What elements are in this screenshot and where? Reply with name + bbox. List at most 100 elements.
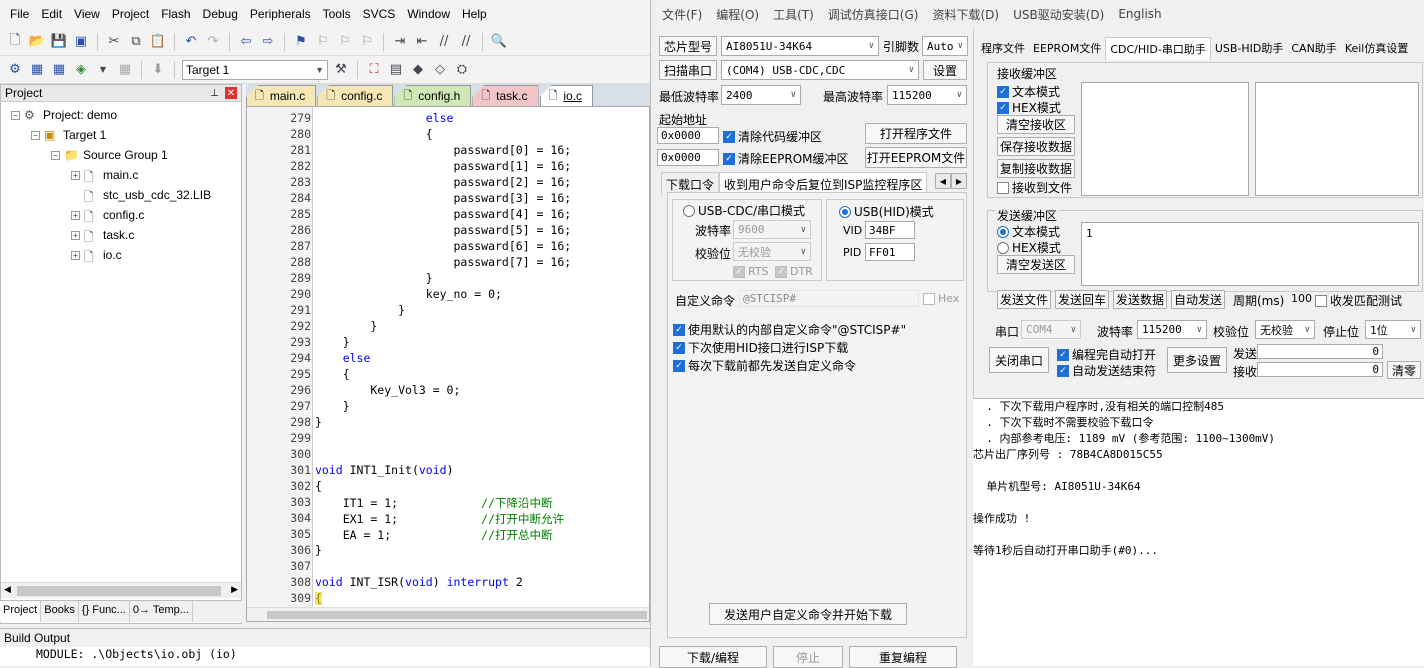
expander-icon[interactable]: + bbox=[71, 210, 80, 220]
next-bookmark-icon[interactable]: ⚐ bbox=[336, 33, 354, 51]
code-line[interactable]: else bbox=[315, 111, 454, 125]
tree-node[interactable]: + 🗋 task.c bbox=[1, 225, 241, 245]
menu-item-help[interactable]: Help bbox=[456, 7, 493, 21]
use-default-command-checkbox[interactable]: ✓ 使用默认的内部自定义命令"@STCISP#" bbox=[673, 321, 906, 338]
open-file-icon[interactable]: 📂 bbox=[28, 33, 46, 51]
project-bottom-tab[interactable]: Project bbox=[0, 601, 42, 622]
code-line[interactable]: } bbox=[315, 543, 322, 557]
editor-scroll-thumb[interactable] bbox=[267, 611, 647, 619]
menu-item-debug[interactable]: Debug bbox=[197, 7, 244, 21]
code-line[interactable]: passward[7] = 16; bbox=[315, 255, 571, 269]
menu-item-window[interactable]: Window bbox=[401, 7, 456, 21]
stc-menu-item[interactable]: English bbox=[1111, 7, 1168, 21]
code-line[interactable]: { bbox=[315, 127, 433, 141]
save-icon[interactable]: 💾 bbox=[50, 33, 68, 51]
code-line[interactable]: else bbox=[315, 351, 371, 365]
recv-text-mode-checkbox[interactable]: ✓ 文本模式 bbox=[997, 83, 1060, 100]
hex-checkbox[interactable]: Hex bbox=[923, 292, 959, 305]
find-in-files-icon[interactable]: 🔍 bbox=[490, 33, 508, 51]
code-line[interactable]: passward[4] = 16; bbox=[315, 207, 571, 221]
rts-checkbox[interactable]: ✓ RTS bbox=[733, 265, 769, 278]
code-line[interactable]: passward[6] = 16; bbox=[315, 239, 571, 253]
menu-item-edit[interactable]: Edit bbox=[35, 7, 68, 21]
save-receive-button[interactable]: 保存接收数据 bbox=[997, 137, 1075, 156]
stc-menu-item[interactable]: 资料下载(D) bbox=[925, 6, 1006, 23]
editor-tab[interactable]: 🗋 config.h bbox=[394, 85, 472, 106]
expander-icon[interactable]: + bbox=[71, 250, 80, 260]
right-tab[interactable]: Keil仿真设置 bbox=[1341, 37, 1413, 60]
tree-node[interactable]: + 🗋 config.c bbox=[1, 205, 241, 225]
custom-command-input[interactable] bbox=[739, 290, 919, 307]
unindent-icon[interactable]: ⇤ bbox=[413, 33, 431, 51]
menu-item-tools[interactable]: Tools bbox=[317, 7, 357, 21]
tree-node[interactable]: − 📁 Source Group 1 bbox=[1, 145, 241, 165]
download-icon[interactable]: ⬇ bbox=[149, 61, 167, 79]
right-tab[interactable]: 程序文件 bbox=[977, 37, 1029, 60]
copy-receive-button[interactable]: 复制接收数据 bbox=[997, 159, 1075, 178]
code-line[interactable]: passward[5] = 16; bbox=[315, 223, 571, 237]
right-tab[interactable]: EEPROM文件 bbox=[1029, 37, 1105, 60]
bookmark-icon[interactable]: ⚑ bbox=[292, 33, 310, 51]
menu-item-peripherals[interactable]: Peripherals bbox=[244, 7, 317, 21]
code-line[interactable]: EA = 1; //打开总中断 bbox=[315, 527, 553, 543]
tree-node[interactable]: − ▣ Target 1 bbox=[1, 125, 241, 145]
scroll-right-icon[interactable]: ▶ bbox=[231, 585, 238, 595]
code-line[interactable]: { bbox=[315, 479, 322, 493]
chip-type-select[interactable]: AI8051U-34K64 ∨ bbox=[721, 36, 879, 56]
menu-item-view[interactable]: View bbox=[68, 7, 106, 21]
parity2-select[interactable]: 无校验 ∨ bbox=[1255, 320, 1315, 339]
right-tab[interactable]: CAN助手 bbox=[1287, 37, 1340, 60]
chip-type-button[interactable]: 芯片型号 bbox=[659, 36, 717, 56]
build-icon[interactable]: ▦ bbox=[28, 61, 46, 79]
rte-icon[interactable]: ⛭ bbox=[453, 61, 471, 79]
port-select[interactable]: (COM4) USB-CDC,CDC ∨ bbox=[721, 60, 919, 80]
match-test-checkbox[interactable]: 收发匹配测试 bbox=[1315, 292, 1402, 309]
right-tab[interactable]: USB-HID助手 bbox=[1211, 37, 1288, 60]
prev-bookmark-icon[interactable]: ⚐ bbox=[314, 33, 332, 51]
code-line[interactable]: } bbox=[315, 399, 350, 413]
menu-item-file[interactable]: File bbox=[4, 7, 35, 21]
stc-menu-item[interactable]: 工具(T) bbox=[766, 6, 821, 23]
code-line[interactable]: IT1 = 1; //下降沿中断 bbox=[315, 495, 553, 511]
target-select[interactable]: Target 1 ▼ bbox=[182, 59, 328, 80]
file-extensions-icon[interactable]: ▤ bbox=[387, 61, 405, 79]
code-line[interactable]: } bbox=[315, 335, 350, 349]
batch-build-icon[interactable]: ◈ bbox=[72, 61, 90, 79]
editor-tab[interactable]: 🗋 main.c bbox=[246, 85, 317, 106]
usb-cdc-radio[interactable]: USB-CDC/串口模式 bbox=[683, 202, 805, 219]
send-hex-mode-radio[interactable]: HEX模式 bbox=[997, 239, 1061, 256]
scroll-thumb[interactable] bbox=[17, 586, 221, 596]
comment-icon[interactable]: // bbox=[435, 33, 453, 51]
tab-scroll-right-icon[interactable]: ▶ bbox=[951, 173, 967, 189]
repeat-program-button[interactable]: 重复编程 bbox=[849, 646, 957, 668]
pin-icon[interactable]: ⊥ bbox=[210, 88, 219, 99]
tree-node[interactable]: + 🗋 io.c bbox=[1, 245, 241, 265]
send-data-button[interactable]: 发送数据 bbox=[1113, 290, 1167, 309]
menu-item-project[interactable]: Project bbox=[106, 7, 155, 21]
pin-count-select[interactable]: Auto ∨ bbox=[922, 36, 968, 56]
receive-text-area[interactable] bbox=[1081, 82, 1249, 196]
dtr-checkbox[interactable]: ✓ DTR bbox=[775, 265, 813, 278]
code-editor[interactable]: 279 280 281 282 283 284 285 286 287 288 289 290 291 2… bbox=[246, 106, 650, 622]
open-program-file-button[interactable]: 打开程序文件 bbox=[865, 123, 967, 144]
project-hscrollbar[interactable]: ◀ ▶ bbox=[1, 582, 241, 598]
clear-eeprom-buffer-checkbox[interactable]: ✓ 清除EEPROM缓冲区 bbox=[723, 150, 849, 167]
code-line[interactable]: void INT1_Init(void) bbox=[315, 463, 454, 477]
back-icon[interactable]: ⇦ bbox=[237, 33, 255, 51]
diamond-icon[interactable]: ◆ bbox=[409, 61, 427, 79]
code-line[interactable]: passward[0] = 16; bbox=[315, 143, 571, 157]
indent-icon[interactable]: ⇥ bbox=[391, 33, 409, 51]
code-line[interactable]: Key_Vol3 = 0; bbox=[315, 383, 460, 397]
download-program-button[interactable]: 下载/编程 bbox=[659, 646, 767, 668]
stop-bits-select[interactable]: 1位 ∨ bbox=[1365, 320, 1421, 339]
stop-button[interactable]: 停止 bbox=[773, 646, 843, 668]
close-port-button[interactable]: 关闭串口 bbox=[989, 347, 1049, 373]
paste-icon[interactable]: 📋 bbox=[149, 33, 167, 51]
scan-port-button[interactable]: 扫描串口 bbox=[659, 60, 717, 80]
pid-input[interactable] bbox=[865, 243, 915, 261]
code-line[interactable]: } bbox=[315, 303, 405, 317]
code-line[interactable]: key_no = 0; bbox=[315, 287, 502, 301]
pack-installer-icon[interactable]: ◇ bbox=[431, 61, 449, 79]
send-file-button[interactable]: 发送文件 bbox=[997, 290, 1051, 309]
menu-item-flash[interactable]: Flash bbox=[155, 7, 196, 21]
